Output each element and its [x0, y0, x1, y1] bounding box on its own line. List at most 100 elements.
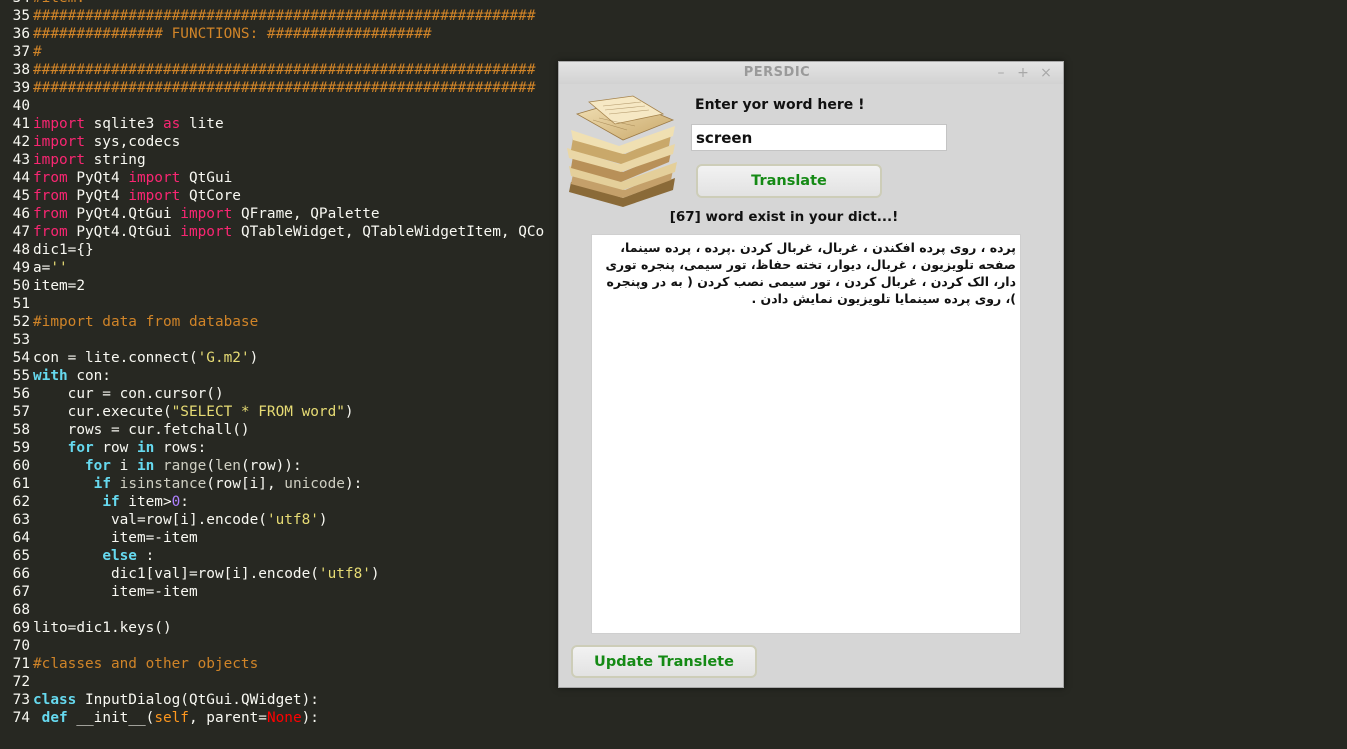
code-token: unicode	[284, 476, 345, 492]
code-token: as	[162, 116, 181, 132]
code-token: import	[33, 116, 85, 132]
line-number: 48	[12, 242, 30, 258]
code-token: lite	[180, 116, 224, 132]
code-line: 73 class InputDialog(QtGui.QWidget):	[0, 691, 1347, 709]
code-token: con = lite.connect(	[33, 350, 198, 366]
maximize-icon[interactable]: +	[1016, 64, 1030, 82]
line-number: 54	[12, 350, 30, 366]
code-token: :	[136, 548, 155, 564]
code-token: import	[33, 134, 85, 150]
word-input[interactable]	[691, 124, 947, 151]
code-token: if	[93, 476, 111, 492]
code-token: if	[102, 494, 120, 510]
code-token: for	[67, 440, 94, 456]
code-token: def	[41, 710, 68, 726]
window-title: PERSDIC	[743, 65, 811, 80]
line-number: 64	[12, 530, 30, 546]
code-token: cur.execute(	[33, 404, 172, 420]
code-token: )	[318, 512, 328, 528]
code-token: sys,codecs	[84, 134, 181, 150]
code-token: from	[33, 224, 68, 240]
line-number: 60	[12, 458, 30, 474]
translate-button[interactable]: Translate	[696, 164, 882, 198]
code-token: rows:	[154, 440, 207, 456]
code-token: )	[370, 566, 380, 582]
code-token: , parent=	[188, 710, 267, 726]
close-icon[interactable]: ×	[1039, 64, 1053, 82]
code-token: sqlite3	[84, 116, 163, 132]
code-token: QTableWidget, QTableWidgetItem, QCo	[232, 224, 545, 240]
line-number: 41	[12, 116, 30, 132]
line-number: 35	[12, 8, 30, 24]
code-token: item=2	[33, 278, 85, 294]
code-token: (	[206, 458, 215, 474]
code-token: in	[136, 440, 155, 456]
line-number: 72	[12, 674, 30, 690]
code-token: PyQt4	[67, 188, 129, 204]
code-token: None	[266, 710, 302, 726]
code-token: isinstance	[119, 476, 207, 492]
line-number: 42	[12, 134, 30, 150]
code-token: #	[33, 44, 42, 60]
code-token: ########################################…	[33, 8, 536, 24]
code-token: )	[344, 404, 354, 420]
code-token: import	[180, 206, 233, 222]
code-token: self	[154, 710, 189, 726]
line-number: 44	[12, 170, 30, 186]
line-number: 49	[12, 260, 30, 276]
line-number: 46	[12, 206, 30, 222]
line-number: 38	[12, 62, 30, 78]
code-token: #item:	[33, 0, 85, 6]
line-number: 45	[12, 188, 30, 204]
code-token: with	[33, 368, 68, 384]
code-token: from	[33, 188, 68, 204]
code-token: InputDialog(QtGui.QWidget):	[76, 692, 319, 708]
line-number: 63	[12, 512, 30, 528]
code-token: "SELECT * FROM word"	[171, 404, 345, 420]
code-token: lito=dic1.keys()	[33, 620, 172, 636]
code-token: dic1={}	[33, 242, 94, 258]
line-number: 61	[12, 476, 30, 492]
code-token: else	[102, 548, 137, 564]
title-bar[interactable]: PERSDIC – + ×	[559, 62, 1063, 84]
code-token: 'utf8'	[318, 566, 371, 582]
code-token: ############### FUNCTIONS: #############…	[33, 26, 432, 42]
code-token: import	[180, 224, 233, 240]
prompt-label: Enter yor word here !	[695, 97, 865, 113]
code-token: cur = con.cursor()	[33, 386, 224, 402]
translation-result-box[interactable]: پرده ، روی پرده افکندن ، غربال، غربال کر…	[591, 234, 1021, 634]
code-token: import	[33, 152, 85, 168]
update-translation-button[interactable]: Update Translete	[571, 645, 757, 678]
code-token: item=-item	[33, 584, 198, 600]
code-token: import	[128, 188, 181, 204]
line-number: 40	[12, 98, 30, 114]
line-number: 74	[12, 710, 30, 726]
code-token: ########################################…	[33, 62, 536, 78]
minimize-icon[interactable]: –	[994, 64, 1008, 82]
line-number: 34	[0, 0, 33, 7]
code-token: ''	[50, 260, 68, 276]
line-number: 68	[12, 602, 30, 618]
line-number: 62	[12, 494, 30, 510]
code-line: 37 #	[0, 43, 1347, 61]
code-token: len	[214, 458, 241, 474]
code-token: ):	[344, 476, 363, 492]
word-count-label: [67] word exist in your dict...!	[669, 209, 899, 225]
line-number: 39	[12, 80, 30, 96]
code-token: PyQt4	[67, 170, 129, 186]
line-number: 73	[12, 692, 30, 708]
code-line: 36 ############### FUNCTIONS: ###########…	[0, 25, 1347, 43]
code-token: PyQt4.QtGui	[67, 224, 181, 240]
code-token: val=row[i].encode(	[33, 512, 267, 528]
line-number: 66	[12, 566, 30, 582]
line-number: 65	[12, 548, 30, 564]
line-number: 43	[12, 152, 30, 168]
code-token: rows = cur.fetchall()	[33, 422, 250, 438]
code-token: a=	[33, 260, 51, 276]
line-number: 70	[12, 638, 30, 654]
